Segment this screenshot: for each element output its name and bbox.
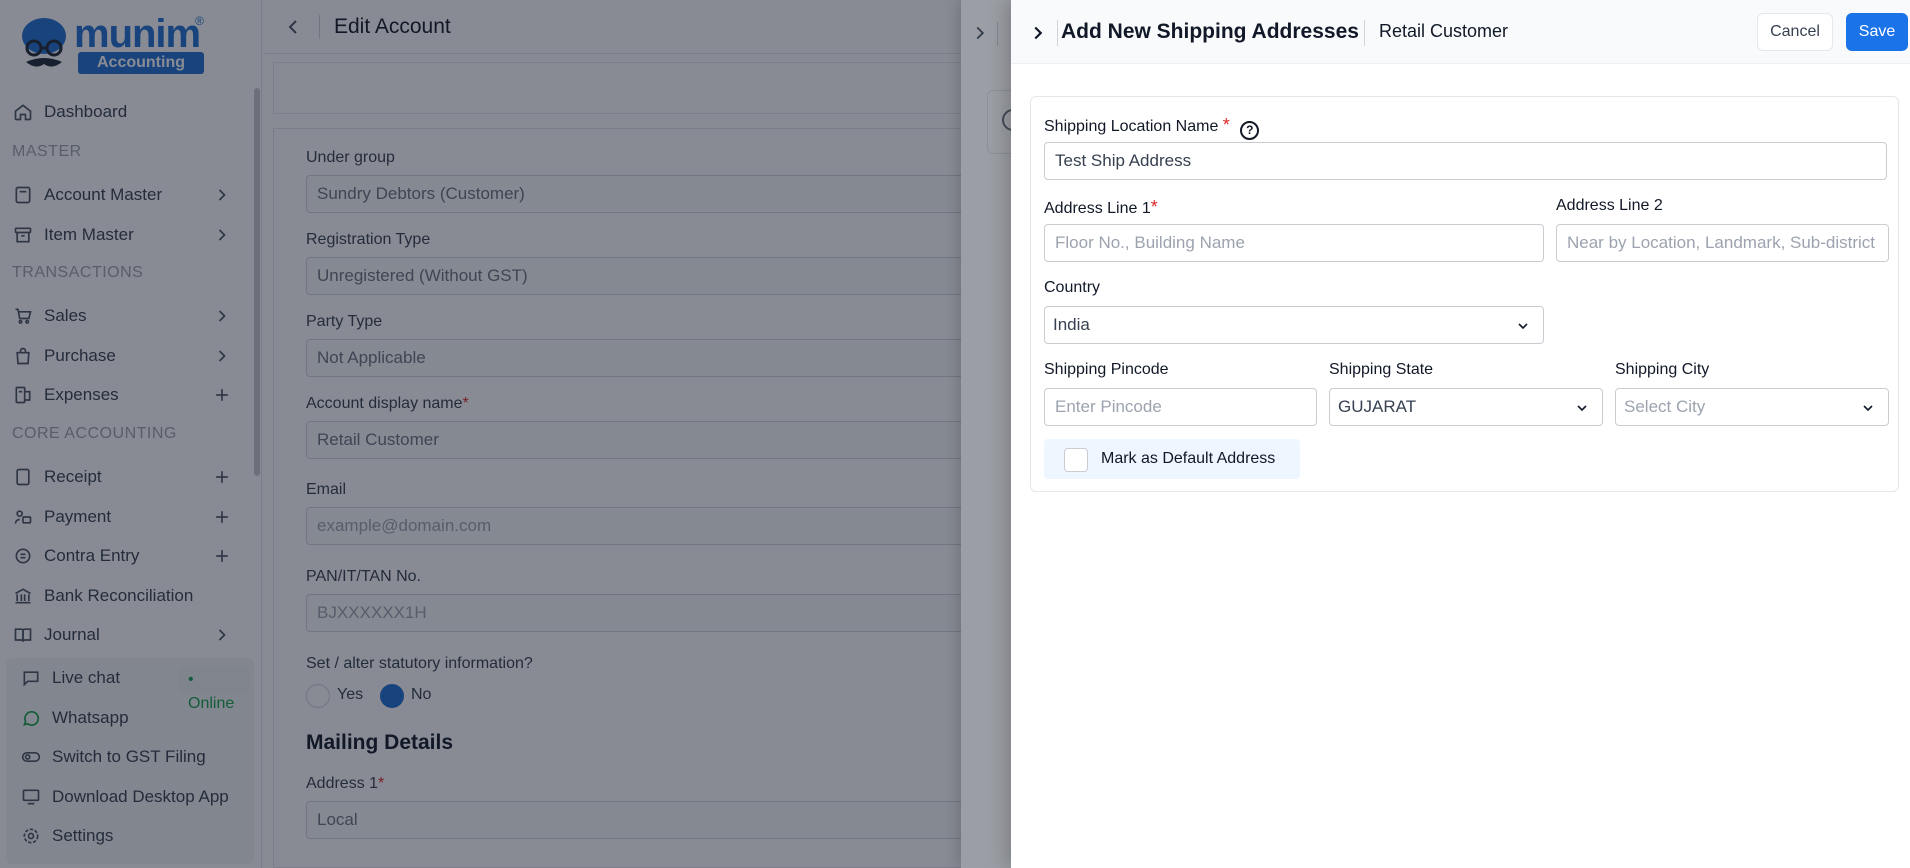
drawer-header: Add New Shipping Addresses Retail Custom… bbox=[1011, 0, 1910, 64]
default-address-checkbox[interactable] bbox=[1064, 448, 1088, 472]
state-label: Shipping State bbox=[1329, 361, 1434, 378]
state-select[interactable]: GUJARAT bbox=[1329, 388, 1603, 426]
address-line2-input[interactable] bbox=[1556, 224, 1889, 262]
shipping-address-drawer: Add New Shipping Addresses Retail Custom… bbox=[1011, 0, 1910, 868]
drawer-subtitle: Retail Customer bbox=[1379, 21, 1509, 41]
required-asterisk: * bbox=[1222, 115, 1230, 135]
address-line1-label: Address Line 1* bbox=[1044, 197, 1158, 217]
default-address-option[interactable]: Mark as Default Address bbox=[1044, 439, 1300, 479]
country-select[interactable]: India bbox=[1044, 306, 1544, 344]
collapse-chevron-icon[interactable] bbox=[1027, 22, 1049, 44]
chevron-down-icon bbox=[1518, 323, 1528, 330]
city-placeholder: Select City bbox=[1624, 397, 1706, 416]
help-icon[interactable]: ? bbox=[1240, 121, 1260, 140]
chevron-down-icon bbox=[1577, 405, 1587, 412]
default-address-label: Mark as Default Address bbox=[1101, 450, 1276, 467]
drawer-divider bbox=[1057, 20, 1058, 46]
pincode-label: Shipping Pincode bbox=[1044, 361, 1169, 378]
city-label: Shipping City bbox=[1615, 361, 1710, 378]
country-value: India bbox=[1053, 315, 1090, 334]
location-name-label: Shipping Location Name * ? bbox=[1044, 115, 1260, 140]
address-line1-input[interactable] bbox=[1044, 224, 1544, 262]
drawer-title-divider bbox=[1364, 20, 1365, 46]
location-name-input[interactable] bbox=[1044, 142, 1887, 180]
address-line2-label: Address Line 2 bbox=[1556, 197, 1663, 214]
country-label: Country bbox=[1044, 279, 1101, 296]
pincode-input[interactable] bbox=[1044, 388, 1317, 426]
chevron-down-icon bbox=[1863, 405, 1873, 412]
drawer-title: Add New Shipping Addresses bbox=[1061, 20, 1359, 43]
city-select[interactable]: Select City bbox=[1615, 388, 1889, 426]
shipping-address-form: Shipping Location Name * ? Address Line … bbox=[1030, 96, 1899, 492]
cancel-button[interactable]: Cancel bbox=[1757, 13, 1833, 51]
state-value: GUJARAT bbox=[1338, 397, 1417, 416]
save-button[interactable]: Save bbox=[1846, 13, 1908, 51]
